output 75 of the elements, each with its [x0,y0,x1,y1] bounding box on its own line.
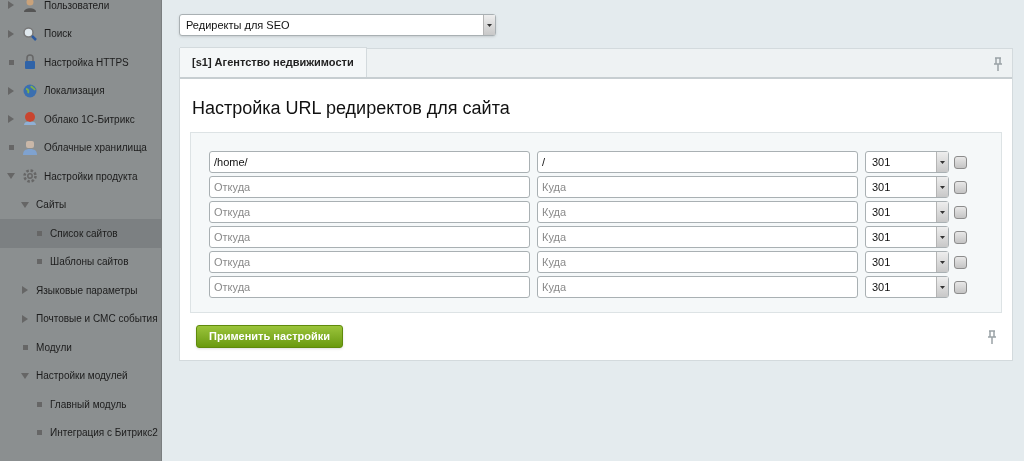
checkbox[interactable] [954,255,967,269]
caret-icon [936,152,948,172]
target-url-field[interactable]: Куда [537,251,858,273]
sidebar-item[interactable]: Интеграция с Битрикс2 [0,418,161,447]
sidebar-item[interactable]: Облачные хранилища [0,133,161,162]
sidebar-item[interactable]: Список сайтов [0,219,161,248]
expand-arrow-icon[interactable] [8,1,14,10]
checkbox[interactable] [954,180,967,194]
module-select[interactable]: Редиректы для SEO [179,14,496,36]
bullet-icon [36,430,42,436]
checkbox[interactable] [954,230,967,244]
collapse-arrow-icon[interactable] [21,201,29,208]
expand-arrow-icon[interactable] [8,29,14,38]
sidebar-item[interactable]: Модули [0,333,161,362]
checkbox[interactable] [954,155,967,169]
caret-icon [936,177,948,197]
target-url-field[interactable]: / [537,151,858,173]
status-code-select[interactable]: 301 [865,226,949,248]
menu-icon [22,0,38,14]
caret-icon [936,252,948,272]
sidebar-item[interactable]: Языковые параметры [0,276,161,305]
expand-arrow-icon[interactable] [22,314,28,323]
target-url-field[interactable]: Куда [537,176,858,198]
page-heading: Настройка URL редиректов для сайта [191,97,511,120]
sidebar-item[interactable]: Настройки модулей [0,361,161,390]
bullet-icon [36,230,42,236]
caret-icon [936,202,948,222]
caret-icon [936,227,948,247]
sidebar-item[interactable]: Пользователи [0,0,161,20]
source-url-field[interactable]: /home/ [209,151,530,173]
source-url-field[interactable]: Откуда [209,176,530,198]
sidebar-item[interactable]: Облако 1С-Битрикс [0,105,161,134]
checkbox[interactable] [954,280,967,294]
sidebar-item[interactable]: Поиск [0,19,161,48]
sidebar-item[interactable]: Настройки продукта [0,162,161,191]
menu-icon [22,82,38,99]
bullet-icon [22,344,28,350]
caret-icon [483,15,495,35]
bullet-icon [36,259,42,265]
menu-icon [22,54,38,71]
sidebar-item[interactable]: Шаблоны сайтов [0,247,161,276]
menu-icon [22,111,38,128]
status-code-select[interactable]: 301 [865,201,949,223]
bullet-icon [8,59,14,65]
source-url-field[interactable]: Откуда [209,276,530,298]
sidebar-item[interactable]: Сайты [0,190,161,219]
status-code-select[interactable]: 301 [865,251,949,273]
pin-icon[interactable] [988,329,996,344]
target-url-field[interactable]: Куда [537,201,858,223]
source-url-field[interactable]: Откуда [209,251,530,273]
sidebar-item[interactable]: Главный модуль [0,390,161,419]
pin-icon[interactable] [994,57,1002,71]
source-url-field[interactable]: Откуда [209,226,530,248]
target-url-field[interactable]: Куда [537,226,858,248]
collapse-arrow-icon[interactable] [7,173,15,180]
bullet-icon [8,145,14,151]
expand-arrow-icon[interactable] [22,286,28,295]
collapse-arrow-icon[interactable] [21,372,29,379]
menu-icon [22,25,38,42]
site-tab[interactable]: [s1] Агентство недвижимости [180,47,367,77]
expand-arrow-icon[interactable] [8,86,14,95]
status-code-select[interactable]: 301 [865,176,949,198]
bullet-icon [36,401,42,407]
menu-icon [22,139,38,156]
sidebar-item[interactable]: Настройка HTTPS [0,48,161,77]
status-code-select[interactable]: 301 [865,151,949,173]
expand-arrow-icon[interactable] [8,115,14,124]
caret-icon [936,277,948,297]
menu-icon [22,168,38,185]
checkbox[interactable] [954,205,967,219]
target-url-field[interactable]: Куда [537,276,858,298]
sidebar-item[interactable]: Почтовые и СМС события [0,304,161,333]
source-url-field[interactable]: Откуда [209,201,530,223]
status-code-select[interactable]: 301 [865,276,949,298]
sidebar-item[interactable]: Локализация [0,76,161,105]
